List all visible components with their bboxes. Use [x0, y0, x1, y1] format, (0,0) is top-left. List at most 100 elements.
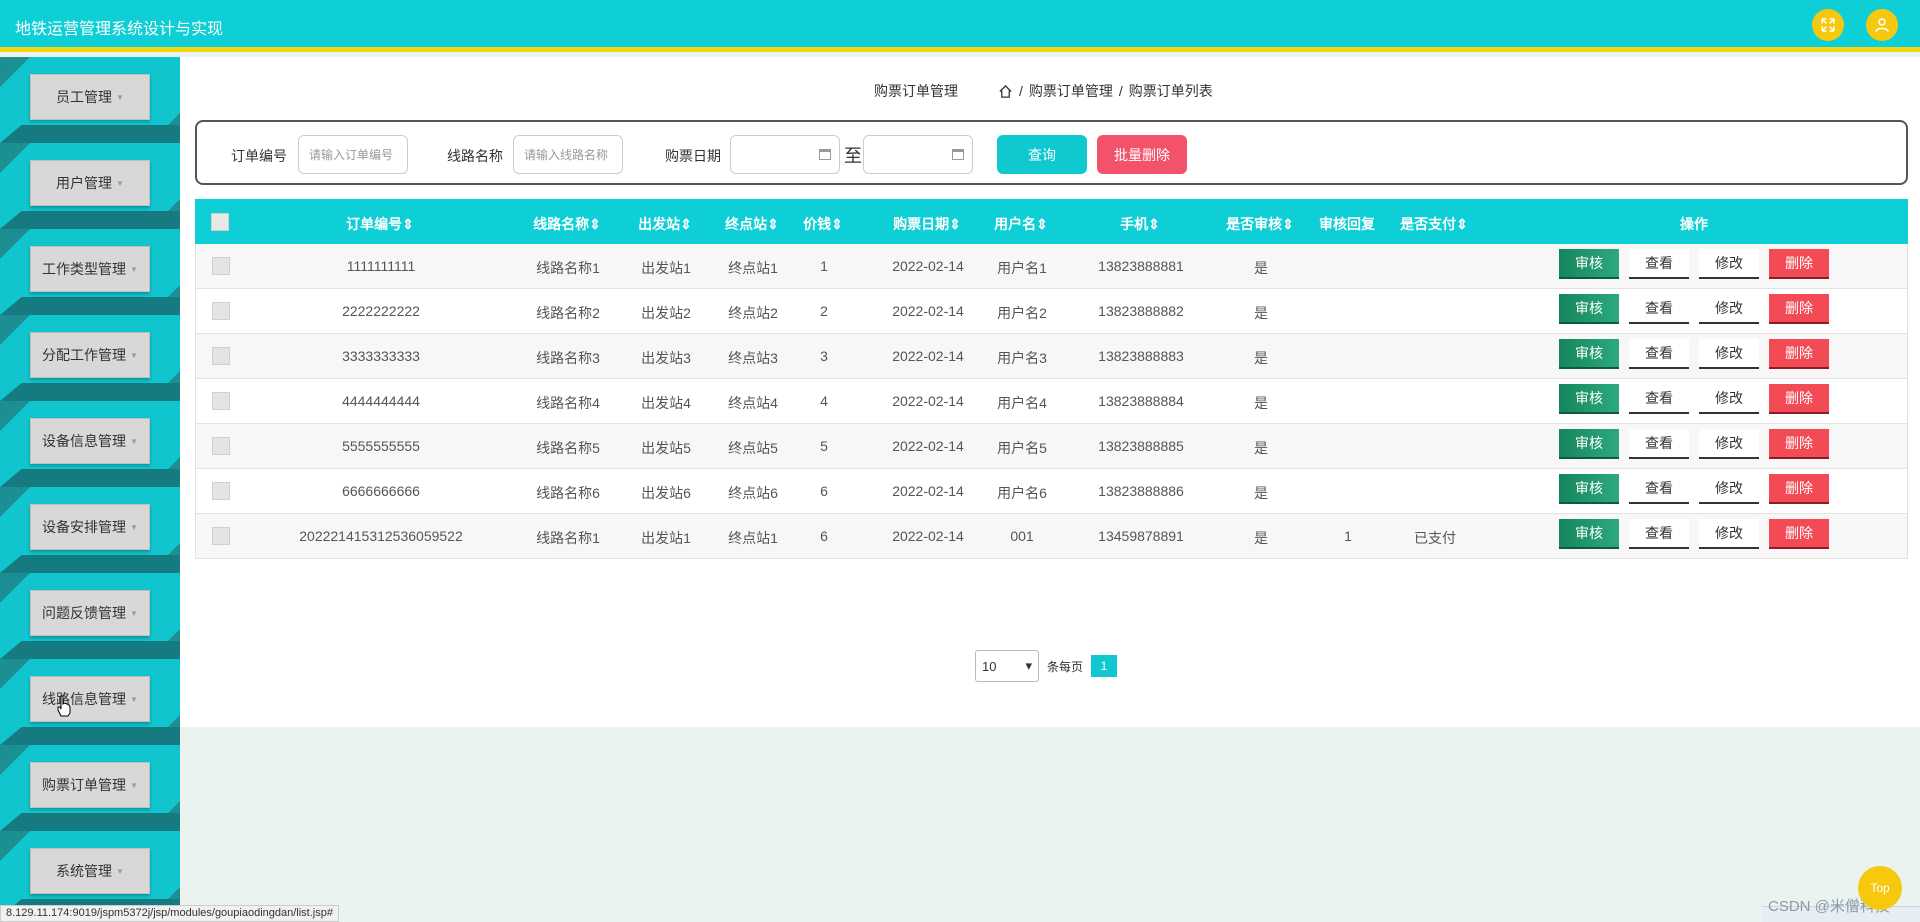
back-to-top-button[interactable]: Top — [1858, 866, 1902, 910]
user-menu-button[interactable] — [1866, 9, 1898, 41]
page-size-select[interactable]: 10 ▾ — [975, 650, 1039, 682]
breadcrumb: 购票订单管理 / 购票订单管理 / 购票订单列表 — [180, 81, 1920, 101]
delete-button[interactable]: 删除 — [1769, 249, 1829, 279]
row-checkbox[interactable] — [212, 257, 230, 275]
cell-line: 线路名称1 — [536, 530, 600, 546]
cell-line: 线路名称6 — [536, 485, 600, 501]
cell-to: 终点站3 — [728, 350, 778, 366]
sidebar-item-employee: 员工管理 ▼ — [0, 57, 180, 143]
line-name-label: 线路名称 — [447, 148, 503, 164]
sidebar-item-work-type: 工作类型管理 ▼ — [0, 229, 180, 315]
cell-order-no: 6666666666 — [342, 483, 420, 499]
home-icon[interactable] — [998, 84, 1013, 99]
cell-audited: 是 — [1254, 350, 1268, 366]
cell-price: 4 — [820, 393, 828, 409]
delete-button[interactable]: 删除 — [1769, 474, 1829, 504]
view-button[interactable]: 查看 — [1629, 384, 1689, 414]
edit-button[interactable]: 修改 — [1699, 339, 1759, 369]
select-all-checkbox[interactable] — [211, 213, 229, 231]
audit-button[interactable]: 审核 — [1559, 429, 1619, 459]
view-button[interactable]: 查看 — [1629, 339, 1689, 369]
delete-button[interactable]: 删除 — [1769, 339, 1829, 369]
edit-button[interactable]: 修改 — [1699, 384, 1759, 414]
sidebar-button[interactable]: 分配工作管理 ▼ — [30, 332, 150, 378]
edit-button[interactable]: 修改 — [1699, 294, 1759, 324]
row-checkbox[interactable] — [212, 392, 230, 410]
order-no-input[interactable]: 请输入订单编号 — [298, 135, 408, 174]
cell-user: 用户名5 — [997, 440, 1047, 456]
view-button[interactable]: 查看 — [1629, 249, 1689, 279]
sidebar-button[interactable]: 员工管理 ▼ — [30, 74, 150, 120]
breadcrumb-trail: / 购票订单管理 / 购票订单列表 — [998, 81, 1213, 101]
sidebar-button[interactable]: 购票订单管理 ▼ — [30, 762, 150, 808]
audit-button[interactable]: 审核 — [1559, 339, 1619, 369]
row-checkbox[interactable] — [212, 302, 230, 320]
col-paid[interactable]: 是否支付⇕ — [1400, 214, 1468, 234]
edit-button[interactable]: 修改 — [1699, 249, 1759, 279]
sidebar-button[interactable]: 问题反馈管理 ▼ — [30, 590, 150, 636]
date-end-input[interactable] — [863, 135, 973, 174]
col-audited[interactable]: 是否审核⇕ — [1226, 214, 1294, 234]
cell-user: 用户名1 — [997, 260, 1047, 276]
row-checkbox[interactable] — [212, 482, 230, 500]
cell-audited: 是 — [1254, 260, 1268, 276]
row-checkbox[interactable] — [212, 437, 230, 455]
caret-down-icon: ▼ — [130, 264, 138, 274]
col-to[interactable]: 终点站⇕ — [725, 214, 779, 234]
col-from[interactable]: 出发站⇕ — [638, 214, 692, 234]
view-button[interactable]: 查看 — [1629, 294, 1689, 324]
date-start-input[interactable] — [730, 135, 840, 174]
sidebar-button[interactable]: 设备信息管理 ▼ — [30, 418, 150, 464]
caret-down-icon: ▼ — [130, 350, 138, 360]
audit-button[interactable]: 审核 — [1559, 474, 1619, 504]
delete-button[interactable]: 删除 — [1769, 429, 1829, 459]
breadcrumb-link[interactable]: 购票订单管理 — [1029, 81, 1113, 101]
delete-button[interactable]: 删除 — [1769, 294, 1829, 324]
view-button[interactable]: 查看 — [1629, 429, 1689, 459]
delete-button[interactable]: 删除 — [1769, 384, 1829, 414]
user-icon — [1875, 18, 1889, 32]
edit-button[interactable]: 修改 — [1699, 474, 1759, 504]
cell-from: 出发站4 — [641, 395, 691, 411]
edit-button[interactable]: 修改 — [1699, 429, 1759, 459]
audit-button[interactable]: 审核 — [1559, 384, 1619, 414]
audit-button[interactable]: 审核 — [1559, 519, 1619, 549]
sidebar-button[interactable]: 工作类型管理 ▼ — [30, 246, 150, 292]
view-button[interactable]: 查看 — [1629, 474, 1689, 504]
fullscreen-button[interactable] — [1812, 9, 1844, 41]
table-row: 1111111111 线路名称1 出发站1 终点站1 1 2022-02-14 用户名1 13… — [195, 244, 1908, 289]
page-number-1[interactable]: 1 — [1091, 655, 1118, 677]
col-line-name[interactable]: 线路名称⇕ — [533, 214, 601, 234]
row-checkbox[interactable] — [212, 347, 230, 365]
cell-phone: 13823888883 — [1098, 348, 1184, 364]
cell-date: 2022-02-14 — [892, 258, 964, 274]
edit-button[interactable]: 修改 — [1699, 519, 1759, 549]
sidebar-button[interactable]: 线路信息管理 ▼ — [30, 676, 150, 722]
col-phone[interactable]: 手机⇕ — [1120, 214, 1160, 234]
cell-user: 用户名2 — [997, 305, 1047, 321]
audit-button[interactable]: 审核 — [1559, 294, 1619, 324]
cell-order-no: 2222222222 — [342, 303, 420, 319]
breadcrumb-current: 购票订单列表 — [1128, 83, 1213, 99]
delete-button[interactable]: 删除 — [1769, 519, 1829, 549]
batch-delete-button[interactable]: 批量删除 — [1097, 135, 1187, 174]
cell-to: 终点站4 — [728, 395, 778, 411]
col-username[interactable]: 用户名⇕ — [994, 214, 1048, 234]
cell-phone: 13823888881 — [1098, 258, 1184, 274]
cell-to: 终点站1 — [728, 530, 778, 546]
sidebar-item-line-info: 线路信息管理 ▼ — [0, 659, 180, 745]
col-price[interactable]: 价钱⇕ — [803, 214, 843, 234]
sidebar-button[interactable]: 系统管理 ▼ — [30, 848, 150, 894]
sidebar: 员工管理 ▼ 用户管理 ▼ 工作类型管理 ▼ 分配工作管理 ▼ 设备信息管理 ▼ 设备安排… — [0, 57, 180, 922]
row-checkbox[interactable] — [212, 527, 230, 545]
line-name-input[interactable]: 请输入线路名称 — [513, 135, 623, 174]
view-button[interactable]: 查看 — [1629, 519, 1689, 549]
sidebar-button[interactable]: 设备安排管理 ▼ — [30, 504, 150, 550]
query-button[interactable]: 查询 — [997, 135, 1087, 174]
audit-button[interactable]: 审核 — [1559, 249, 1619, 279]
cell-to: 终点站6 — [728, 485, 778, 501]
sidebar-button[interactable]: 用户管理 ▼ — [30, 160, 150, 206]
cell-price: 1 — [820, 258, 828, 274]
col-order-no[interactable]: 订单编号⇕ — [346, 214, 414, 234]
col-date[interactable]: 购票日期⇕ — [893, 214, 961, 234]
